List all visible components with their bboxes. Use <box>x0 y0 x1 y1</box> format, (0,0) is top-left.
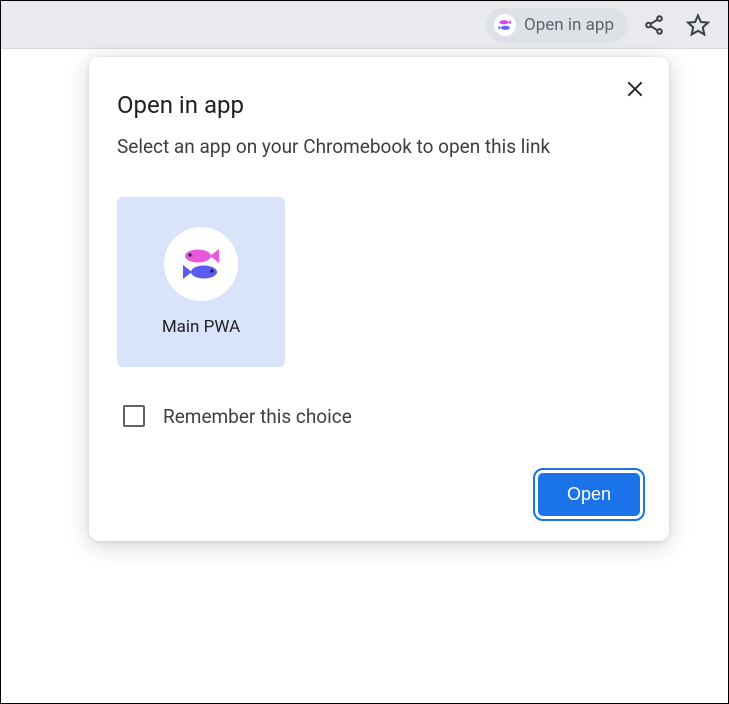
remember-label: Remember this choice <box>163 405 352 428</box>
remember-choice-row: Remember this choice <box>117 405 641 428</box>
remember-checkbox[interactable] <box>123 405 145 427</box>
app-icon <box>164 227 238 301</box>
dialog-actions: Open <box>117 472 641 517</box>
open-in-app-dialog: Open in app Select an app on your Chrome… <box>89 57 669 541</box>
app-tile-label: Main PWA <box>162 317 240 337</box>
app-chip-icon <box>494 14 516 36</box>
dialog-title: Open in app <box>117 91 641 119</box>
chip-label: Open in app <box>524 15 614 35</box>
browser-toolbar: Open in app <box>1 1 728 49</box>
dialog-subtitle: Select an app on your Chromebook to open… <box>117 133 641 161</box>
app-tile-main-pwa[interactable]: Main PWA <box>117 197 285 367</box>
share-icon[interactable] <box>636 7 672 43</box>
open-in-app-chip[interactable]: Open in app <box>486 8 628 42</box>
close-icon[interactable] <box>619 73 651 105</box>
open-button[interactable]: Open <box>537 472 641 517</box>
star-icon[interactable] <box>680 7 716 43</box>
